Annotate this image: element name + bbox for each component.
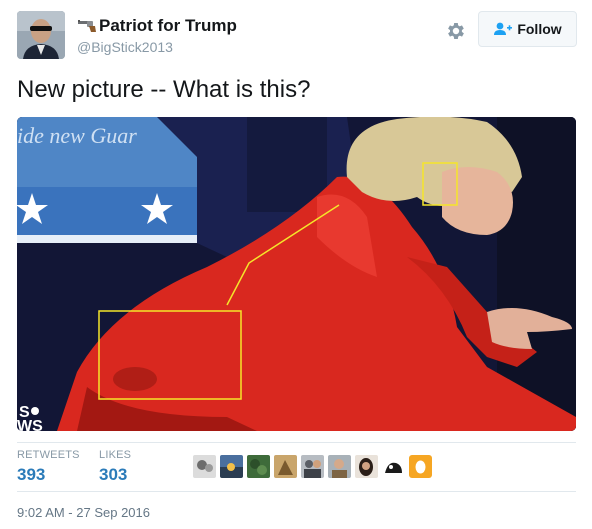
author-avatar-image	[17, 11, 65, 59]
tweet-photo-image: ide new Guar S WS	[17, 117, 576, 431]
stats-divider-top	[17, 442, 576, 443]
liker-avatar[interactable]	[355, 455, 378, 478]
liker-avatar[interactable]	[328, 455, 351, 478]
likes-label: LIKES	[99, 449, 132, 461]
follow-button[interactable]: Follow	[478, 11, 577, 47]
liker-avatar[interactable]	[409, 455, 432, 478]
author-name-row: Patriot for Trump	[77, 16, 237, 36]
stats-divider-bottom	[17, 491, 576, 492]
likes-count: 303	[99, 465, 128, 484]
network-logo-bottom: WS	[17, 418, 43, 431]
retweets-stat[interactable]: RETWEETS 393	[17, 449, 80, 485]
author-display-name[interactable]: Patriot for Trump	[99, 16, 237, 36]
liker-avatar[interactable]	[274, 455, 297, 478]
likers-avatar-list	[193, 455, 432, 478]
retweets-count: 393	[17, 465, 46, 484]
gear-icon[interactable]	[445, 20, 467, 42]
revolver-icon	[78, 20, 96, 32]
follow-label: Follow	[517, 21, 562, 37]
likes-stat[interactable]: LIKES 303	[99, 449, 131, 485]
liker-avatar[interactable]	[382, 455, 405, 478]
network-logo-mark	[31, 407, 39, 415]
tweet-photo[interactable]: ide new Guar S WS	[17, 117, 576, 431]
liker-avatar[interactable]	[247, 455, 270, 478]
banner-text: ide new Guar	[17, 123, 137, 148]
follow-user-plus-icon	[494, 22, 513, 35]
author-handle[interactable]: @BigStick2013	[77, 39, 173, 55]
tweet-text: New picture -- What is this?	[17, 76, 311, 103]
author-avatar[interactable]	[17, 11, 65, 59]
liker-avatar[interactable]	[193, 455, 216, 478]
liker-avatar[interactable]	[301, 455, 324, 478]
retweets-label: RETWEETS	[17, 449, 80, 461]
tweet-timestamp[interactable]: 9:02 AM - 27 Sep 2016	[17, 505, 150, 520]
liker-avatar[interactable]	[220, 455, 243, 478]
